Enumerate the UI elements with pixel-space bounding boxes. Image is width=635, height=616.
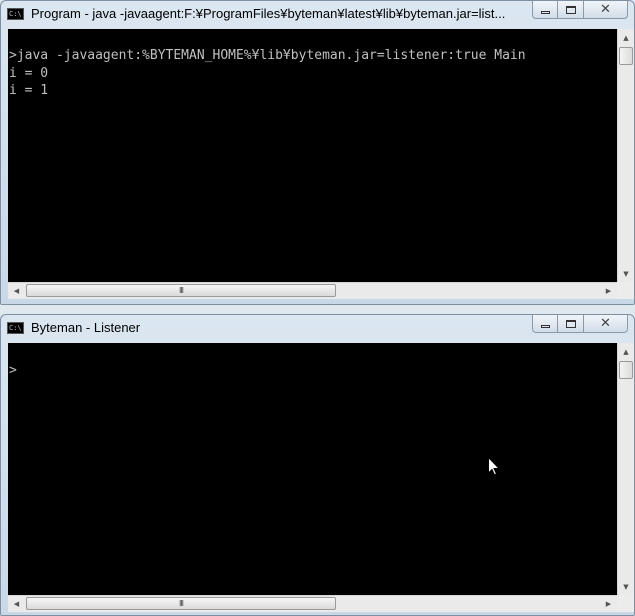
scroll-right-arrow-icon[interactable]: ▶ [600,283,617,299]
caption-buttons: ✕ [532,315,628,334]
scroll-down-arrow-icon[interactable]: ▼ [618,265,634,282]
close-icon: ✕ [600,316,611,331]
scroll-down-arrow-icon[interactable]: ▼ [618,578,634,595]
console-app-icon[interactable]: C:\ [7,8,24,20]
close-button[interactable]: ✕ [584,315,628,333]
title-bar[interactable]: C:\ Byteman - Listener ✕ [1,315,634,342]
vertical-scroll-thumb[interactable] [619,361,633,379]
maximize-button[interactable] [558,315,584,333]
thumb-grip-icon: III [178,286,184,295]
minimize-button[interactable] [532,1,558,19]
program-java-window[interactable]: C:\ Program - java -javaagent:F:¥Program… [0,0,635,305]
maximize-icon [565,319,576,328]
caption-buttons: ✕ [532,1,628,20]
vertical-scrollbar[interactable]: ▲ ▼ [617,343,634,595]
scroll-up-arrow-icon[interactable]: ▲ [618,29,634,46]
console-app-icon[interactable]: C:\ [7,322,24,334]
scroll-left-arrow-icon[interactable]: ◀ [8,596,25,612]
close-icon: ✕ [600,2,611,17]
console-output[interactable]: >java -javaagent:%BYTEMAN_HOME%¥lib¥byte… [8,29,617,282]
horizontal-scrollbar[interactable]: ◀ III ▶ [8,595,617,612]
close-button[interactable]: ✕ [584,1,628,19]
scroll-right-arrow-icon[interactable]: ▶ [600,596,617,612]
minimize-button[interactable] [532,315,558,333]
title-bar[interactable]: C:\ Program - java -javaagent:F:¥Program… [1,1,634,28]
mouse-pointer-icon [488,457,500,476]
horizontal-scroll-thumb[interactable]: III [26,597,336,610]
thumb-grip-icon: III [178,599,184,608]
scroll-left-arrow-icon[interactable]: ◀ [8,283,25,299]
resize-grip[interactable] [617,595,634,612]
console-output[interactable]: > [8,343,617,595]
minimize-icon [540,11,550,14]
maximize-button[interactable] [558,1,584,19]
byteman-listener-window[interactable]: C:\ Byteman - Listener ✕ > ▲ ▼ ◀ III ▶ [0,314,635,616]
minimize-icon [540,325,550,328]
horizontal-scrollbar[interactable]: ◀ III ▶ [8,282,617,299]
window-title: Byteman - Listener [31,320,141,335]
scroll-up-arrow-icon[interactable]: ▲ [618,343,634,360]
horizontal-scroll-thumb[interactable]: III [26,284,336,297]
vertical-scroll-thumb[interactable] [619,47,633,65]
vertical-scrollbar[interactable]: ▲ ▼ [617,29,634,282]
resize-grip[interactable] [617,282,634,299]
window-title: Program - java -javaagent:F:¥ProgramFile… [31,6,506,21]
maximize-icon [565,5,576,14]
